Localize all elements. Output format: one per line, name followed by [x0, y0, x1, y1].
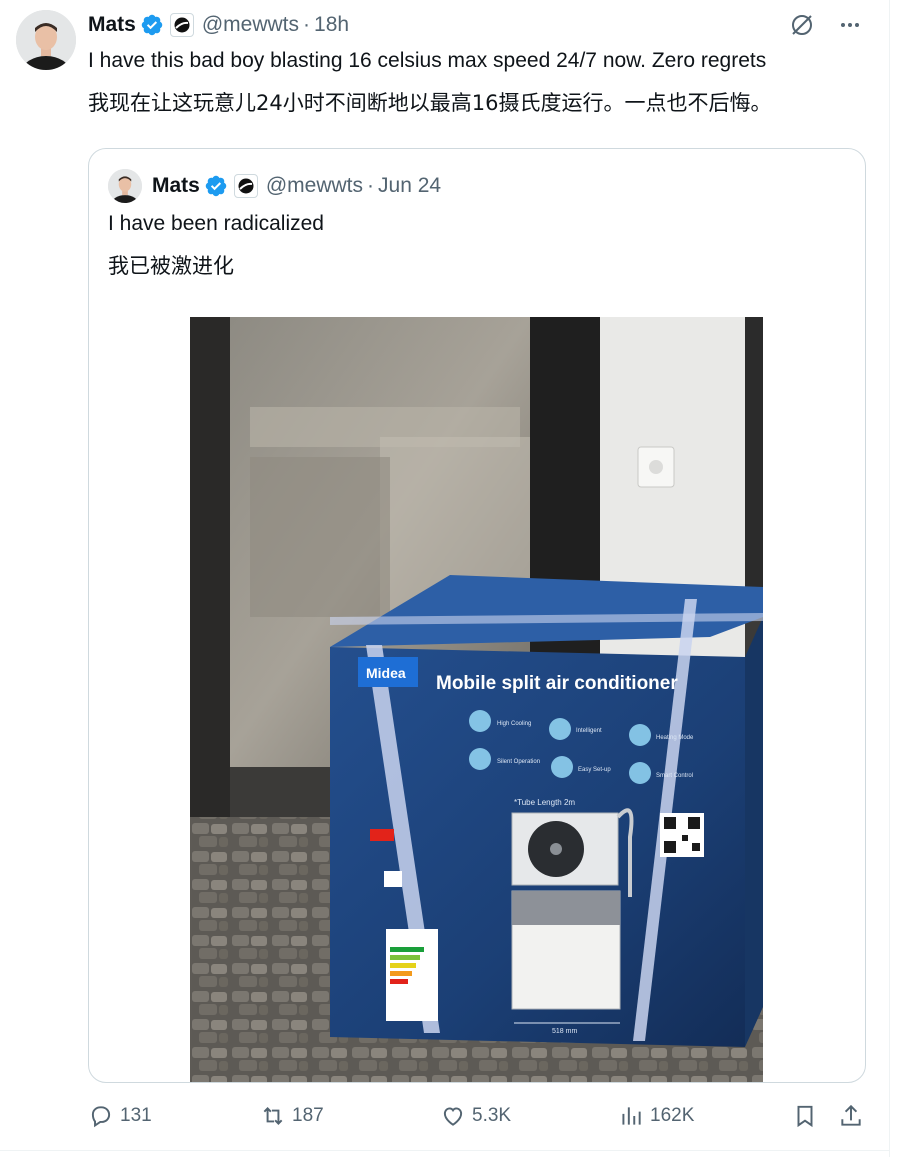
bookmark-icon	[797, 1105, 813, 1128]
affiliation-badge-icon[interactable]	[169, 13, 194, 37]
quoted-tweet-header: Mats @mewwts · Jun 24	[108, 169, 441, 203]
like-count: 5.3K	[472, 1105, 512, 1126]
separator-dot: ·	[367, 174, 375, 197]
repost-icon	[263, 1107, 283, 1125]
view-count: 162K	[650, 1105, 695, 1126]
tweet-text: I have this bad boy blasting 16 celsius …	[88, 49, 767, 72]
quoted-tweet-photo[interactable]: Midea Mobile split air conditioner High …	[190, 317, 763, 1082]
svg-text:Heating Mode: Heating Mode	[656, 735, 694, 741]
quoted-tweet-text: I have been radicalized	[108, 212, 324, 235]
heart-icon	[443, 1107, 463, 1126]
separator-dot: ·	[303, 13, 311, 36]
quoted-author-handle: @mewwts	[265, 174, 364, 197]
repost-count: 187	[292, 1105, 324, 1126]
divider	[0, 1150, 889, 1151]
quoted-tweet[interactable]: Mats @mewwts · Jun 24 I have been radica…	[88, 148, 866, 1083]
tweet-translation: 我现在让这玩意儿24小时不间断地以最高16摄氏度运行。一点也不后悔。	[88, 91, 772, 115]
tweet: Mats @mewwts · 18h I have this bad boy b…	[0, 0, 890, 1157]
verified-badge-icon	[141, 14, 163, 36]
reply-icon	[91, 1106, 111, 1128]
quoted-author-avatar	[108, 169, 142, 203]
quoted-author-name: Mats	[152, 174, 200, 197]
author-avatar[interactable]	[16, 10, 76, 70]
like-button[interactable]: 5.3K	[440, 1098, 511, 1134]
svg-text:Smart Control: Smart Control	[656, 773, 693, 779]
more-icon[interactable]	[835, 10, 865, 40]
svg-text:Intelligent: Intelligent	[576, 728, 602, 734]
bookmark-button[interactable]	[792, 1098, 818, 1134]
author-name[interactable]: Mats	[88, 13, 136, 37]
svg-text:Midea: Midea	[366, 665, 406, 681]
post-time[interactable]: 18h	[314, 13, 349, 37]
tweet-action-bar: 131 187 5.3K 162K	[88, 1098, 868, 1134]
share-button[interactable]	[838, 1098, 864, 1134]
tweet-top-actions	[787, 10, 865, 40]
quoted-tweet-translation: 我已被激进化	[108, 254, 234, 278]
share-icon	[841, 1104, 861, 1126]
affiliation-badge-icon	[233, 174, 258, 198]
reply-button[interactable]: 131	[88, 1098, 152, 1134]
svg-text:Easy Set-up: Easy Set-up	[578, 767, 611, 773]
verified-badge-icon	[205, 175, 227, 197]
svg-text:Mobile split air conditioner: Mobile split air conditioner	[436, 673, 678, 694]
svg-text:518 mm: 518 mm	[552, 1028, 577, 1035]
svg-text:High Cooling: High Cooling	[497, 721, 531, 727]
repost-button[interactable]: 187	[260, 1098, 324, 1134]
grok-slash-icon[interactable]	[787, 10, 817, 40]
quoted-post-time: Jun 24	[378, 174, 442, 197]
author-handle[interactable]: @mewwts	[202, 13, 299, 37]
svg-text:Silent Operation: Silent Operation	[497, 759, 540, 765]
views-button[interactable]: 162K	[618, 1098, 694, 1134]
svg-text:*Tube Length 2m: *Tube Length 2m	[514, 798, 575, 807]
views-chart-icon	[622, 1107, 641, 1125]
tweet-header: Mats @mewwts · 18h	[88, 10, 349, 40]
reply-count: 131	[120, 1105, 152, 1126]
